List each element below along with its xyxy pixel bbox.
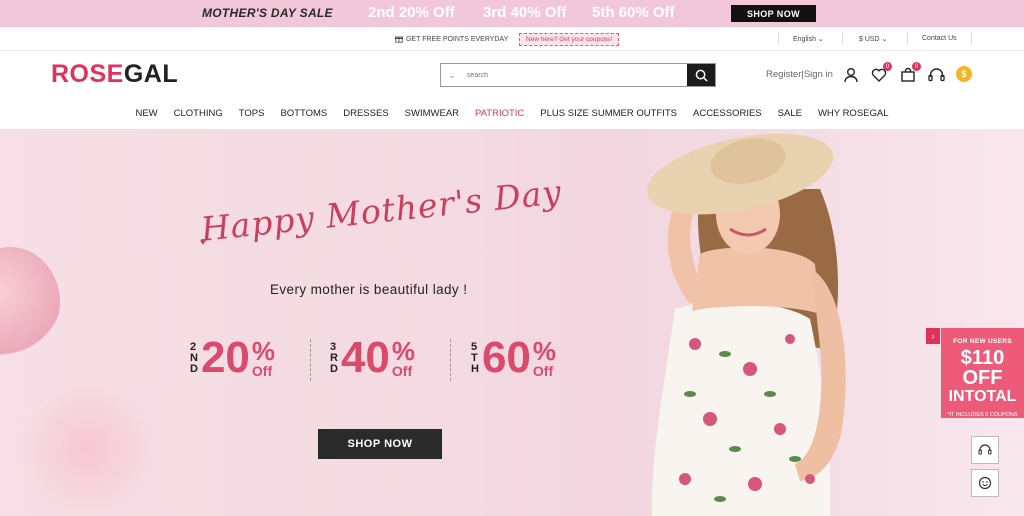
deal-divider (450, 339, 451, 381)
float-feedback-button[interactable] (971, 469, 999, 497)
chevron-down-icon: ⌄ (448, 69, 456, 80)
search-bar: ⌄ (440, 63, 716, 87)
user-icon[interactable] (842, 66, 860, 84)
float-support-button[interactable] (971, 436, 999, 464)
register-link[interactable]: Register (766, 69, 801, 80)
side-promo-note: *IT INCLUDES 5 COUPONS (947, 412, 1018, 418)
chevron-down-icon: ⌄ (817, 36, 824, 43)
hero-shop-now-button[interactable]: SHOP NOW (318, 429, 442, 459)
nav-item-accessories[interactable]: ACCESSORIES (685, 98, 770, 129)
deal-2nd: 2ND 20 % Off (190, 336, 275, 380)
nav-item-dresses[interactable]: DRESSES (335, 98, 396, 129)
nav-item-sale[interactable]: SALE (770, 98, 810, 129)
language-select[interactable]: English ⌄ (793, 35, 824, 43)
deal-ordinal: 2ND (190, 340, 198, 375)
nav-item-new[interactable]: NEW (127, 98, 165, 129)
logo-rose: ROSE (51, 60, 124, 88)
deal-percent: % (391, 336, 416, 366)
promo-offer-5th: 5th 60% Off (592, 4, 675, 21)
hero-banner[interactable]: ♥ Happy Mother's Day Every mother is bea… (0, 129, 1024, 516)
deal-value: 40 (340, 333, 390, 382)
site-logo[interactable]: ROSEGAL (51, 60, 178, 89)
deal-off: Off (532, 363, 554, 379)
auth-links: Register|Sign in (766, 69, 833, 80)
model-photo (646, 133, 846, 516)
promo-offer-3rd: 3rd 40% Off (483, 4, 567, 21)
nav-item-plus-size-summer-outfits[interactable]: PLUS SIZE SUMMER OUTFITS (532, 98, 685, 129)
deal-ordinal: 3RD (330, 340, 338, 375)
nav-item-tops[interactable]: TOPS (231, 98, 273, 129)
nav-item-why-rosegal[interactable]: WHY ROSEGAL (810, 98, 897, 129)
side-promo-label: FOR NEW USERS (953, 338, 1012, 345)
hero-script-title: Happy Mother's Day (198, 172, 564, 249)
divider (971, 33, 972, 44)
search-input[interactable] (463, 64, 687, 86)
promo-title: MOTHER'S DAY SALE (202, 6, 333, 20)
hero-tagline: Every mother is beautiful lady ! (270, 282, 468, 297)
deal-value: 60 (481, 333, 531, 382)
divider (907, 33, 908, 44)
headset-icon (978, 444, 992, 455)
cart-count-badge: 0 (912, 62, 921, 71)
main-nav: NEW CLOTHING TOPS BOTTOMS DRESSES SWIMWEAR PAT… (0, 98, 1024, 129)
deal-5th: 5TH 60 % Off (471, 336, 556, 380)
deal-value: 20 (200, 333, 250, 382)
deal-percent: % (251, 336, 276, 366)
promo-shop-now-button[interactable]: SHOP NOW (731, 5, 816, 22)
search-category-dropdown[interactable]: ⌄ (441, 64, 463, 86)
currency-select[interactable]: $ USD ⌄ (859, 35, 887, 43)
search-icon (695, 69, 708, 82)
logo-gal: GAL (123, 60, 179, 88)
nav-item-swimwear[interactable]: SWIMWEAR (397, 98, 467, 129)
deal-percent: % (532, 336, 557, 366)
wishlist-count-badge: 0 (883, 62, 892, 71)
deal-3rd: 3RD 40 % Off (330, 336, 415, 380)
language-value: English (793, 36, 816, 43)
cart-icon[interactable]: 0 (899, 62, 921, 84)
wishlist-icon[interactable]: 0 (870, 62, 892, 84)
rose-flower-decoration (0, 247, 60, 357)
divider (842, 33, 843, 44)
deal-divider (310, 339, 311, 381)
deal-off: Off (251, 363, 273, 379)
currency-value: $ USD (859, 36, 880, 43)
signin-link[interactable]: Sign in (804, 69, 833, 80)
chevron-right-icon: › (931, 331, 935, 341)
search-button[interactable] (687, 64, 715, 86)
free-points-link[interactable]: GET FREE POINTS EVERYDAY (395, 35, 508, 43)
nav-item-clothing[interactable]: CLOTHING (166, 98, 231, 129)
petal-glow-decoration (12, 379, 162, 516)
nav-item-bottoms[interactable]: BOTTOMS (272, 98, 335, 129)
nav-item-patriotic[interactable]: PATRIOTIC (467, 98, 532, 129)
points-coin-icon[interactable]: $ (956, 66, 972, 82)
deal-ordinal: 5TH (471, 340, 479, 375)
headset-icon[interactable] (927, 66, 945, 84)
contact-us-link[interactable]: Contact Us (922, 35, 957, 42)
chevron-down-icon: ⌄ (881, 36, 888, 43)
free-points-label: GET FREE POINTS EVERYDAY (406, 35, 509, 43)
promo-offer-2nd: 2nd 20% Off (368, 4, 455, 21)
coupon-link[interactable]: New here? Get your coupons! (519, 33, 620, 46)
side-promo-scope: INTOTAL (948, 388, 1017, 405)
deal-off: Off (391, 363, 413, 379)
divider (778, 33, 779, 44)
side-promo-toggle[interactable]: › (926, 328, 940, 344)
new-user-promo[interactable]: FOR NEW USERS $110 OFF INTOTAL *IT INCLU… (941, 328, 1024, 418)
utility-bar: GET FREE POINTS EVERYDAY New here? Get y… (0, 27, 1024, 51)
gift-icon (395, 36, 403, 43)
top-promo-banner[interactable]: MOTHER'S DAY SALE 2nd 20% Off 3rd 40% Of… (0, 0, 1024, 27)
side-promo-amount: $110 OFF (960, 347, 1005, 389)
smiley-icon (978, 476, 992, 490)
